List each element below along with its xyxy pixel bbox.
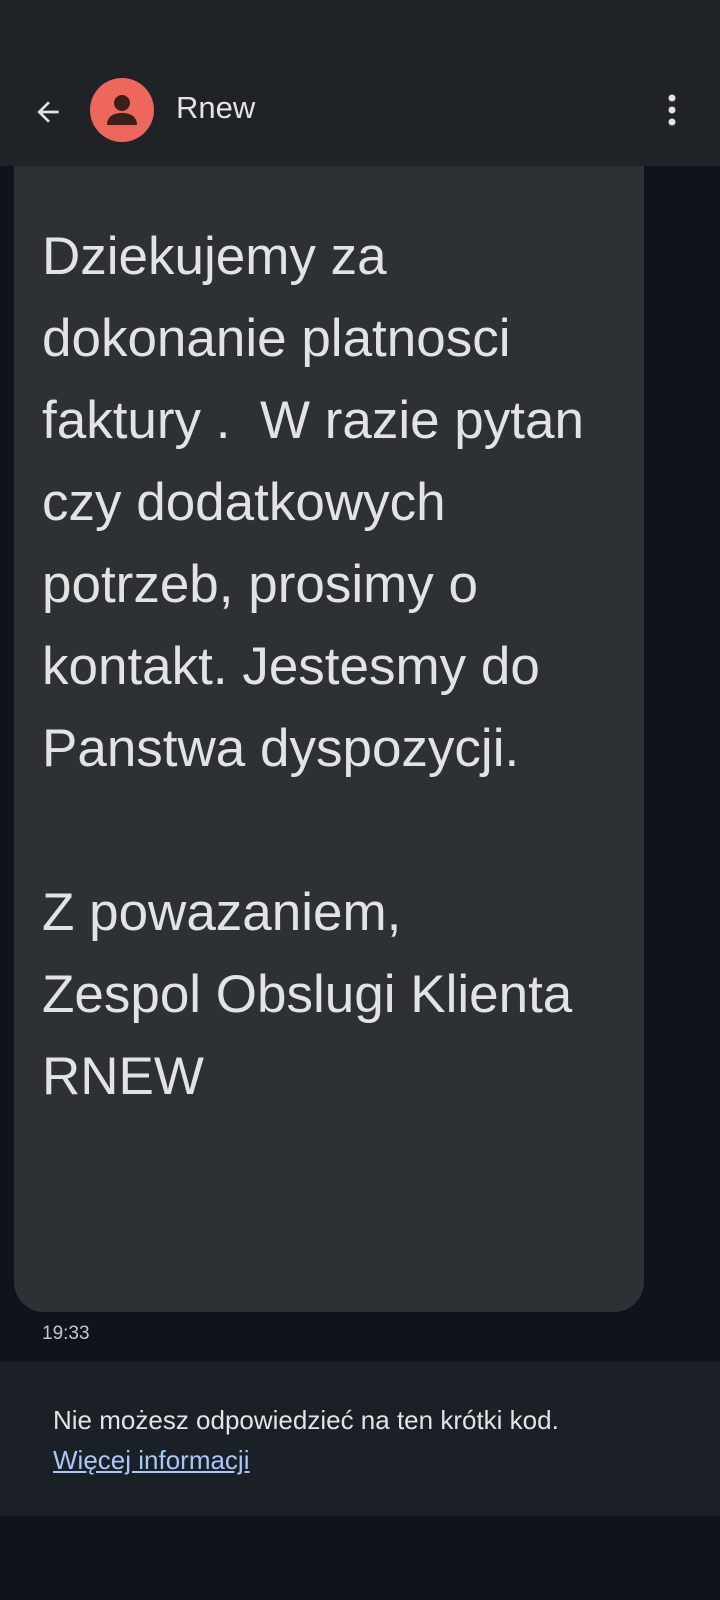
message-timestamp: 19:33 [42,1323,90,1344]
app-bar: Rnew [0,56,720,166]
navigation-bar-area [0,1516,720,1600]
person-icon [107,95,137,125]
back-button[interactable] [28,92,68,132]
conversation-area: Dziekujemy za dokonanie platnosci faktur… [0,166,720,1361]
notice-text: Nie możesz odpowiedzieć na ten krótki ko… [53,1405,559,1435]
more-info-link[interactable]: Więcej informacji [53,1440,250,1480]
reply-disabled-notice: Nie możesz odpowiedzieć na ten krótki ko… [0,1362,720,1516]
status-bar [0,0,720,56]
message-bubble[interactable]: Dziekujemy za dokonanie platnosci faktur… [14,166,644,1312]
more-vert-icon [668,94,676,126]
contact-avatar[interactable] [90,78,154,142]
arrow-left-icon [37,101,59,123]
contact-name[interactable]: Rnew [176,90,255,126]
more-options-button[interactable] [652,88,692,132]
